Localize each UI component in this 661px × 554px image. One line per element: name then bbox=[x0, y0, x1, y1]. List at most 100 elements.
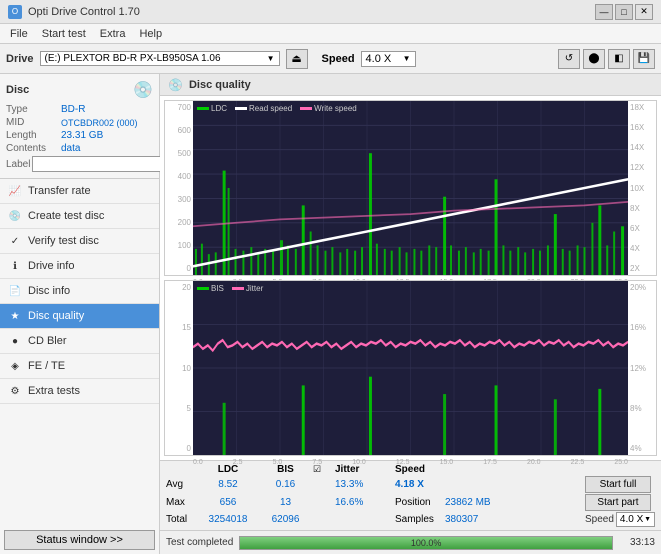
minimize-button[interactable]: — bbox=[595, 4, 613, 20]
disc-contents-value: data bbox=[61, 143, 80, 154]
legend-write-speed-label: Write speed bbox=[314, 104, 357, 113]
sidebar-item-fe-te[interactable]: ◈ FE / TE bbox=[0, 354, 159, 379]
disc-contents-label: Contents bbox=[6, 143, 61, 154]
sidebar-item-label-create-test-disc: Create test disc bbox=[28, 210, 104, 222]
legend-bis: BIS bbox=[197, 284, 224, 293]
disc-type-value: BD-R bbox=[61, 104, 85, 115]
titlebar: O Opti Drive Control 1.70 — □ ✕ bbox=[0, 0, 661, 24]
extra-tests-icon: ⚙ bbox=[8, 384, 22, 398]
legend-write-speed-color bbox=[300, 107, 312, 110]
drive-icon-buttons: ↺ ⬤ ◧ 💾 bbox=[558, 49, 655, 69]
menu-start-test[interactable]: Start test bbox=[36, 27, 92, 41]
ldc-yr-16: 16X bbox=[630, 123, 644, 132]
sidebar-item-label-extra-tests: Extra tests bbox=[28, 385, 80, 397]
stats-avg-row: Avg 8.52 0.16 13.3% 4.18 X Start full bbox=[166, 476, 655, 493]
stats-speed-select[interactable]: 4.0 X ▼ bbox=[616, 512, 655, 527]
eject-icon: ⏏ bbox=[291, 52, 301, 65]
bis-y-15: 15 bbox=[182, 323, 191, 332]
legend-bis-color bbox=[197, 287, 209, 290]
ldc-yr-2: 2X bbox=[630, 264, 640, 273]
total-label: Total bbox=[166, 514, 198, 525]
legend-ldc-label: LDC bbox=[211, 104, 227, 113]
ldc-y-label-0: 0 bbox=[187, 264, 191, 273]
progress-status: Test completed bbox=[166, 537, 233, 548]
sidebar-item-extra-tests[interactable]: ⚙ Extra tests bbox=[0, 379, 159, 404]
start-part-button[interactable]: Start part bbox=[585, 494, 651, 511]
main-content: 💿 Disc quality 700 600 500 400 300 bbox=[160, 74, 661, 554]
samples-value: 380307 bbox=[445, 514, 585, 525]
bis-yr-8: 8% bbox=[630, 404, 642, 413]
max-bis: 13 bbox=[258, 497, 313, 508]
disc-panel-title: Disc bbox=[6, 84, 29, 96]
ldc-y-label-200: 200 bbox=[178, 218, 191, 227]
drive-bar: Drive (E:) PLEXTOR BD-R PX-LB950SA 1.06 … bbox=[0, 44, 661, 74]
sidebar-item-cd-bler[interactable]: ● CD Bler bbox=[0, 329, 159, 354]
close-button[interactable]: ✕ bbox=[635, 4, 653, 20]
sidebar-item-label-disc-quality: Disc quality bbox=[28, 310, 84, 322]
maximize-button[interactable]: □ bbox=[615, 4, 633, 20]
avg-ldc: 8.52 bbox=[198, 479, 258, 490]
legend-jitter: Jitter bbox=[232, 284, 263, 293]
speed-select[interactable]: 4.0 X ▼ bbox=[361, 51, 416, 67]
disc-contents-row: Contents data bbox=[6, 143, 153, 154]
drive-eject-button[interactable]: ⏏ bbox=[286, 49, 308, 69]
sidebar-item-transfer-rate[interactable]: 📈 Transfer rate bbox=[0, 179, 159, 204]
legend-read-speed-label: Read speed bbox=[249, 104, 292, 113]
start-full-button[interactable]: Start full bbox=[585, 476, 651, 493]
status-window-button[interactable]: Status window >> bbox=[4, 530, 155, 550]
disc-panel: Disc 💿 Type BD-R MID OTCBDR002 (000) Len… bbox=[0, 74, 159, 179]
position-value: 23862 MB bbox=[445, 497, 585, 508]
sidebar-item-label-cd-bler: CD Bler bbox=[28, 335, 67, 347]
disc-panel-header: Disc 💿 bbox=[6, 80, 153, 100]
disc-quality-icon: ★ bbox=[8, 309, 22, 323]
sidebar-item-label-disc-info: Disc info bbox=[28, 285, 70, 297]
chart1-legend: LDC Read speed Write speed bbox=[197, 104, 357, 113]
ldc-yr-14: 14X bbox=[630, 143, 644, 152]
disc-length-label: Length bbox=[6, 130, 61, 141]
titlebar-left: O Opti Drive Control 1.70 bbox=[8, 5, 140, 19]
drive-info-icon: ℹ bbox=[8, 259, 22, 273]
sidebar-item-disc-quality[interactable]: ★ Disc quality bbox=[0, 304, 159, 329]
save-button[interactable]: 💾 bbox=[633, 49, 655, 69]
ldc-y-label-100: 100 bbox=[178, 241, 191, 250]
disc-length-value: 23.31 GB bbox=[61, 130, 103, 141]
avg-bis: 0.16 bbox=[258, 479, 313, 490]
ldc-yr-4: 4X bbox=[630, 244, 640, 253]
sidebar-item-create-test-disc[interactable]: 💿 Create test disc bbox=[0, 204, 159, 229]
total-ldc: 3254018 bbox=[198, 514, 258, 525]
chart2-x-labels: 0.02.55.07.510.012.515.017.520.022.525.0 bbox=[193, 458, 628, 466]
disc-length-row: Length 23.31 GB bbox=[6, 130, 153, 141]
disc-quality-header-icon: 💿 bbox=[168, 78, 183, 92]
sidebar-item-disc-info[interactable]: 📄 Disc info bbox=[0, 279, 159, 304]
disc-mid-row: MID OTCBDR002 (000) bbox=[6, 117, 153, 128]
max-jitter: 16.6% bbox=[335, 497, 395, 508]
sidebar-item-label-drive-info: Drive info bbox=[28, 260, 74, 272]
sidebar-menu: 📈 Transfer rate 💿 Create test disc ✓ Ver… bbox=[0, 179, 159, 526]
ldc-yr-18: 18X bbox=[630, 103, 644, 112]
bis-chart-container: 20 15 10 5 0 bbox=[164, 280, 657, 456]
drive-select-chevron: ▼ bbox=[267, 54, 275, 63]
speed-chevron: ▼ bbox=[403, 54, 411, 63]
menu-file[interactable]: File bbox=[4, 27, 34, 41]
bis-y-0: 0 bbox=[187, 444, 191, 453]
total-bis: 62096 bbox=[258, 514, 313, 525]
refresh-drive-button[interactable]: ↺ bbox=[558, 49, 580, 69]
sidebar-item-verify-test-disc[interactable]: ✓ Verify test disc bbox=[0, 229, 159, 254]
sidebar-item-label-transfer-rate: Transfer rate bbox=[28, 185, 91, 197]
sidebar-item-drive-info[interactable]: ℹ Drive info bbox=[0, 254, 159, 279]
disc-label-input[interactable] bbox=[32, 156, 170, 172]
disc-copy-button[interactable]: ⬤ bbox=[583, 49, 605, 69]
speed-value: 4.0 X bbox=[366, 53, 392, 65]
disc-label-text: Label bbox=[6, 159, 30, 170]
disc-settings-button[interactable]: ◧ bbox=[608, 49, 630, 69]
ldc-yr-10: 10X bbox=[630, 184, 644, 193]
stats-max-row: Max 656 13 16.6% Position 23862 MB Start… bbox=[166, 494, 655, 511]
menu-extra[interactable]: Extra bbox=[94, 27, 132, 41]
menu-help[interactable]: Help bbox=[133, 27, 168, 41]
stats-total-row: Total 3254018 62096 Samples 380307 Speed… bbox=[166, 512, 655, 527]
samples-label: Samples bbox=[395, 514, 445, 525]
disc-mid-label: MID bbox=[6, 117, 61, 128]
drive-select[interactable]: (E:) PLEXTOR BD-R PX-LB950SA 1.06 ▼ bbox=[40, 51, 280, 66]
progress-bar: 100.0% bbox=[239, 536, 613, 550]
create-test-disc-icon: 💿 bbox=[8, 209, 22, 223]
